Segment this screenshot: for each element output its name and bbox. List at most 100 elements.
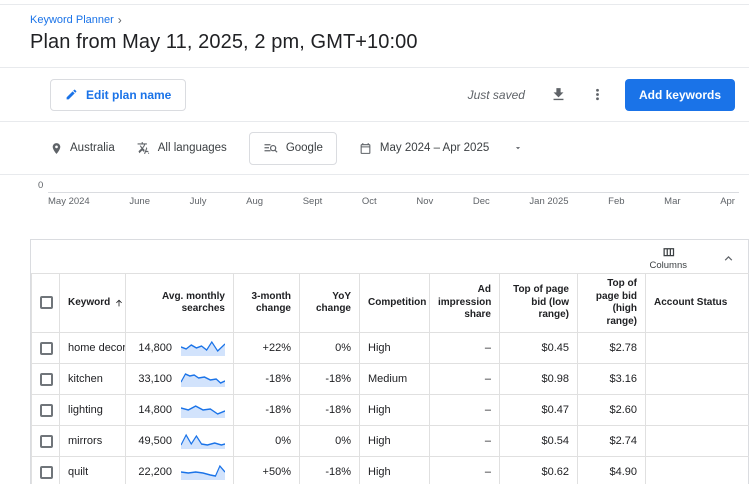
dropdown-arrow-icon — [513, 143, 523, 153]
row-checkbox[interactable] — [40, 373, 53, 386]
competition-value: High — [360, 426, 430, 457]
month-label: Oct — [362, 196, 377, 207]
three-month-change-value: +50% — [234, 457, 300, 484]
month-label: Nov — [416, 196, 433, 207]
top-bid-low-value: $0.98 — [500, 364, 578, 395]
account-status-value — [646, 333, 749, 364]
sparkline-chart — [181, 463, 225, 481]
month-label: June — [129, 196, 150, 207]
month-label: Jan 2025 — [529, 196, 568, 207]
top-bid-high-value: $2.78 — [578, 333, 646, 364]
ad-impression-share-value: – — [430, 426, 500, 457]
date-range-filter[interactable]: May 2024 – Apr 2025 — [359, 142, 523, 155]
month-label: Apr — [720, 196, 735, 207]
languages-filter-label: All languages — [158, 142, 227, 154]
chevron-up-icon — [721, 251, 736, 266]
avg-monthly-searches-value: 49,500 — [138, 435, 172, 447]
y-axis-zero-label: 0 — [38, 180, 43, 191]
download-icon — [550, 86, 567, 103]
account-status-value — [646, 395, 749, 426]
row-checkbox[interactable] — [40, 404, 53, 417]
avg-monthly-searches-value: 22,200 — [138, 466, 172, 478]
filter-bar: Australia All languages Google May 2024 … — [0, 122, 749, 174]
table-controls: Columns — [31, 240, 748, 273]
avg-monthly-searches-value: 14,800 — [138, 342, 172, 354]
toolbar-right: Just saved Add keywords — [468, 79, 735, 111]
month-label: Mar — [664, 196, 680, 207]
top-bid-low-value: $0.62 — [500, 457, 578, 484]
select-all-checkbox[interactable] — [40, 296, 53, 309]
ad-impression-share-value: – — [430, 364, 500, 395]
network-filter[interactable]: Google — [249, 132, 337, 165]
three-month-change-value: 0% — [234, 426, 300, 457]
yoy-change-value: -18% — [300, 364, 360, 395]
page-title: Plan from May 11, 2025, 2 pm, GMT+10:00 — [0, 28, 749, 67]
add-keywords-button[interactable]: Add keywords — [625, 79, 735, 111]
edit-plan-name-button[interactable]: Edit plan name — [50, 79, 186, 111]
sparkline-chart — [181, 339, 225, 357]
row-checkbox[interactable] — [40, 435, 53, 448]
three-month-change-value: -18% — [234, 364, 300, 395]
month-label: July — [190, 196, 207, 207]
collapse-chart-button[interactable] — [717, 247, 740, 270]
save-status: Just saved — [468, 88, 525, 102]
keyword-label: home decor — [68, 342, 126, 354]
keyword-label: lighting — [68, 404, 103, 416]
languages-filter[interactable]: All languages — [137, 141, 227, 155]
account-status-header[interactable]: Account Status — [646, 274, 749, 333]
table-row[interactable]: kitchen 33,100 -18% -18% Medium – $0.98 … — [32, 364, 749, 395]
more-vert-icon — [589, 86, 606, 103]
ad-impression-share-value: – — [430, 333, 500, 364]
month-label: Aug — [246, 196, 263, 207]
competition-header[interactable]: Competition — [360, 274, 430, 333]
download-button[interactable] — [547, 83, 570, 106]
more-options-button[interactable] — [586, 83, 609, 106]
table-row[interactable]: home decor 14,800 +22% 0% High – $0.45 $… — [32, 333, 749, 364]
keyword-table-body: home decor 14,800 +22% 0% High – $0.45 $… — [32, 333, 749, 484]
month-label: Dec — [473, 196, 490, 207]
pencil-icon — [65, 88, 78, 101]
keyword-label: mirrors — [68, 435, 102, 447]
top-bid-low-header[interactable]: Top of page bid (low range) — [500, 274, 578, 333]
three-month-change-header[interactable]: 3-month change — [234, 274, 300, 333]
table-row[interactable]: mirrors 49,500 0% 0% High – $0.54 $2.74 — [32, 426, 749, 457]
top-bid-low-value: $0.45 — [500, 333, 578, 364]
month-label: Feb — [608, 196, 624, 207]
top-bid-high-header[interactable]: Top of page bid (high range) — [578, 274, 646, 333]
table-row[interactable]: lighting 14,800 -18% -18% High – $0.47 $… — [32, 395, 749, 426]
date-range-label: May 2024 – Apr 2025 — [380, 142, 489, 154]
keyword-label: kitchen — [68, 373, 103, 385]
yoy-change-value: -18% — [300, 395, 360, 426]
sparkline-chart — [181, 401, 225, 419]
top-bid-high-value: $2.60 — [578, 395, 646, 426]
breadcrumb-link-keyword-planner[interactable]: Keyword Planner — [30, 14, 114, 26]
keyword-table: Keyword Avg. monthly searches 3-month ch… — [31, 273, 749, 484]
columns-button[interactable]: Columns — [650, 245, 688, 271]
breadcrumb: Keyword Planner › — [0, 5, 749, 28]
keyword-column-header[interactable]: Keyword — [68, 297, 110, 310]
account-status-value — [646, 457, 749, 484]
top-bid-high-value: $4.90 — [578, 457, 646, 484]
row-checkbox[interactable] — [40, 342, 53, 355]
columns-icon — [661, 245, 676, 260]
ad-impression-share-value: – — [430, 457, 500, 484]
trend-chart-axis: 0 May 2024JuneJulyAugSeptOctNovDecJan 20… — [0, 175, 749, 239]
columns-button-label: Columns — [650, 260, 688, 271]
account-status-value — [646, 364, 749, 395]
sort-ascending-icon — [114, 298, 124, 308]
avg-monthly-searches-header[interactable]: Avg. monthly searches — [126, 274, 234, 333]
table-header-row: Keyword Avg. monthly searches 3-month ch… — [32, 274, 749, 333]
keyword-table-card: Columns Keyword Avg. monthly searc — [30, 239, 749, 484]
top-bid-high-value: $3.16 — [578, 364, 646, 395]
sparkline-chart — [181, 370, 225, 388]
row-checkbox[interactable] — [40, 466, 53, 479]
sparkline-chart — [181, 432, 225, 450]
table-row[interactable]: quilt 22,200 +50% -18% High – $0.62 $4.9… — [32, 457, 749, 484]
location-filter[interactable]: Australia — [50, 142, 115, 155]
competition-value: Medium — [360, 364, 430, 395]
breadcrumb-chevron: › — [118, 13, 122, 27]
toolbar: Edit plan name Just saved Add keywords — [0, 68, 749, 121]
ad-impression-share-header[interactable]: Ad impression share — [430, 274, 500, 333]
location-filter-label: Australia — [70, 142, 115, 154]
yoy-change-header[interactable]: YoY change — [300, 274, 360, 333]
